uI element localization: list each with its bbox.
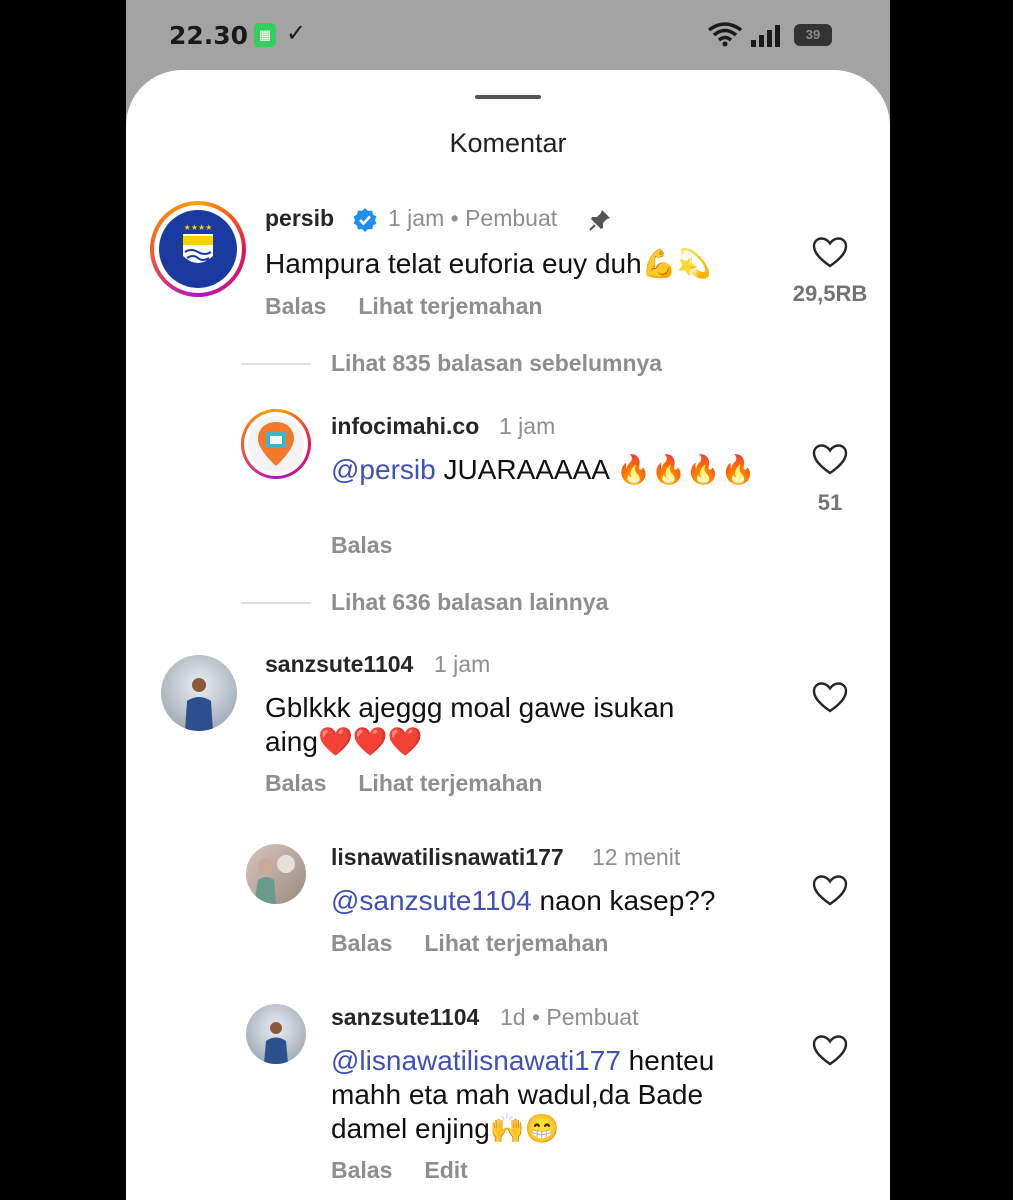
view-more-replies-button[interactable]: Lihat 636 balasan lainnya <box>331 589 608 616</box>
comment-text: Hampura telat euforia euy duh💪💫 <box>265 248 712 279</box>
see-translation-button[interactable]: Lihat terjemahan <box>424 930 608 956</box>
download-done-icon: ✓ <box>286 20 307 47</box>
mention-link[interactable]: @persib <box>331 454 436 485</box>
infocimahi-logo-icon <box>248 416 304 472</box>
comment-actions: Balas Lihat terjemahan <box>265 293 574 320</box>
user-photo-icon <box>254 855 295 904</box>
mention-link[interactable]: @lisnawatilisnawati177 <box>331 1045 621 1076</box>
status-time: 22.30 <box>169 21 249 50</box>
like-count: 29,5RB <box>792 281 868 306</box>
user-photo-icon <box>264 1022 288 1064</box>
comment-meta: 1 jam <box>434 651 491 677</box>
edit-button[interactable]: Edit <box>424 1157 467 1183</box>
wifi-icon <box>707 22 743 47</box>
comment-actions: Balas Edit <box>331 1157 500 1184</box>
reply-button[interactable]: Balas <box>331 930 392 956</box>
verified-badge-icon <box>353 208 377 232</box>
comment-actions: Balas <box>331 532 424 559</box>
comment-username[interactable]: sanzsute1104 <box>265 651 413 678</box>
comment-username[interactable]: persib <box>265 205 334 232</box>
comment-text: Gblkkk ajeggg moal gawe isukan aing❤️❤️❤… <box>265 692 675 757</box>
like-heart-icon[interactable] <box>812 1035 848 1067</box>
comment-meta: 1 jam • Pembuat <box>388 205 558 231</box>
comment-text: @sanzsute1104 naon kasep?? <box>331 885 716 916</box>
avatar[interactable] <box>161 655 237 731</box>
like-heart-icon[interactable] <box>812 444 848 476</box>
divider-line <box>241 602 311 604</box>
comment-text: @lisnawatilisnawati177 henteu mahh eta m… <box>331 1045 715 1144</box>
see-translation-button[interactable]: Lihat terjemahan <box>358 770 542 796</box>
like-heart-icon[interactable] <box>812 237 848 269</box>
see-translation-button[interactable]: Lihat terjemahan <box>358 293 542 319</box>
pin-icon <box>589 210 610 231</box>
sheet-title: Komentar <box>449 128 567 158</box>
divider-line <box>241 363 311 365</box>
comments-sheet[interactable]: Komentar ★★★★ persib 1 jam • Pembuat Ham… <box>126 70 890 1200</box>
status-bar: 22.30 ▦ ✓ 39 <box>126 0 890 70</box>
avatar[interactable]: ★★★★ <box>150 201 246 297</box>
comment-meta: 1d • Pembuat <box>500 1004 639 1030</box>
drag-handle[interactable] <box>475 95 541 99</box>
comment-username[interactable]: infocimahi.co <box>331 413 479 440</box>
reply-button[interactable]: Balas <box>265 770 326 796</box>
svg-text:★★★★: ★★★★ <box>184 223 213 232</box>
persib-logo-icon: ★★★★ <box>159 210 237 288</box>
comment-username[interactable]: sanzsute1104 <box>331 1004 479 1031</box>
like-heart-icon[interactable] <box>812 682 848 714</box>
avatar[interactable] <box>246 844 306 904</box>
app-notification-icon: ▦ <box>254 23 276 47</box>
reply-button[interactable]: Balas <box>331 1157 392 1183</box>
avatar[interactable] <box>246 1004 306 1064</box>
view-previous-replies-button[interactable]: Lihat 835 balasan sebelumnya <box>331 350 662 377</box>
like-heart-icon[interactable] <box>812 875 848 907</box>
reply-button[interactable]: Balas <box>331 532 392 558</box>
comment-meta: 1 jam <box>499 413 556 439</box>
comment-text: @persib JUARAAAAA 🔥🔥🔥🔥 <box>331 454 756 485</box>
avatar[interactable] <box>241 409 311 479</box>
comment-username[interactable]: lisnawatilisnawati177 <box>331 844 564 871</box>
user-photo-icon <box>185 678 213 731</box>
like-count: 51 <box>817 490 843 515</box>
signal-icon <box>751 25 780 47</box>
mention-link[interactable]: @sanzsute1104 <box>331 885 532 916</box>
comment-meta: 12 menit <box>592 844 681 870</box>
phone-screen: 22.30 ▦ ✓ 39 Komentar ★★★★ persib 1 jam … <box>126 0 890 1200</box>
comment-actions: Balas Lihat terjemahan <box>265 770 574 797</box>
reply-button[interactable]: Balas <box>265 293 326 319</box>
comment-actions: Balas Lihat terjemahan <box>331 930 640 957</box>
battery-icon: 39 <box>794 24 832 46</box>
